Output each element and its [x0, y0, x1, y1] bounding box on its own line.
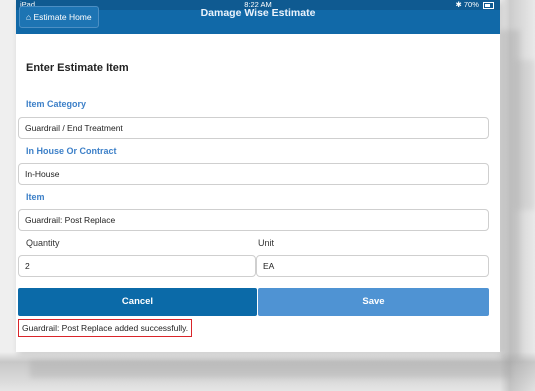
in-house-or-contract-label: In House Or Contract: [26, 146, 117, 156]
page-title: Damage Wise Estimate: [200, 7, 316, 19]
in-house-or-contract-field[interactable]: In-House: [18, 163, 489, 185]
save-button[interactable]: Save: [258, 288, 489, 316]
quantity-label: Quantity: [26, 238, 60, 248]
item-field[interactable]: Guardrail: Post Replace: [18, 209, 489, 231]
unit-field[interactable]: EA: [256, 255, 489, 277]
item-category-field[interactable]: Guardrail / End Treatment: [18, 117, 489, 139]
nav-bar: ⌂ Estimate Home Damage Wise Estimate: [16, 6, 500, 34]
success-message: Guardrail: Post Replace added successful…: [18, 319, 193, 337]
ipad-screen: iPad 8:22 AM ✱ 70% ⌂ Estimate Home Damag…: [16, 0, 500, 352]
form-heading: Enter Estimate Item: [26, 62, 129, 74]
item-category-label: Item Category: [26, 99, 87, 109]
item-label: Item: [26, 192, 45, 202]
quantity-field[interactable]: 2: [18, 255, 256, 277]
cancel-button[interactable]: Cancel: [18, 288, 257, 316]
unit-label: Unit: [258, 238, 275, 248]
